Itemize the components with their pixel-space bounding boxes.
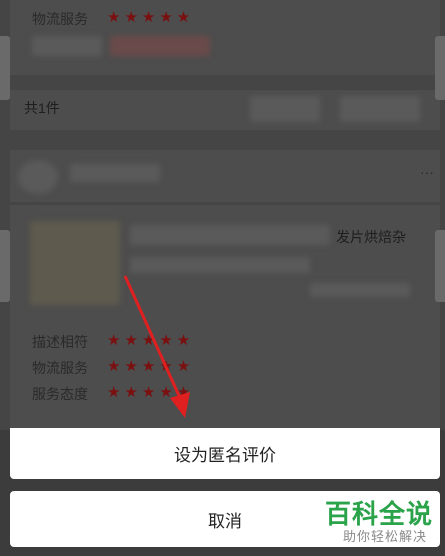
side-tab-right [435,36,445,100]
product-thumbnail [30,221,120,305]
shop-name [70,164,160,182]
order-summary-row: 共1件 [10,90,440,130]
side-tab-left [0,36,10,100]
rating-stars-service: ★★★★★ [107,384,195,401]
side-tab-left [0,230,10,302]
shop-header: ··· [10,150,440,202]
rating-stars-description: ★★★★★ [107,332,195,349]
product-card: 发片烘焙杂 描述相符 ★★★★★ 物流服务 ★★★★★ 服务态度 ★★★★★ [10,205,440,430]
blurred-button [340,96,420,122]
rating-label-logistics: 物流服务 [32,360,88,376]
item-count: 共1件 [24,100,60,116]
blurred-button [250,96,320,122]
product-title-fragment: 发片烘焙杂 [336,229,406,245]
product-title-blur [130,225,330,245]
side-tab-right [435,230,445,302]
rating-label-service: 服务态度 [32,386,88,402]
more-icon: ··· [420,164,434,180]
rating-stars-logistics: ★★★★★ [107,358,195,375]
set-anonymous-review-button[interactable]: 设为匿名评价 [10,428,440,479]
product-spec-blur [130,257,310,273]
background-page: 物流服务 ★★★★★ 共1件 ··· 发片烘焙杂 描述相符 ★★★★★ 物流服务… [0,0,445,430]
blurred-content [110,36,210,56]
product-price-blur [310,283,410,297]
blurred-content [32,36,102,56]
logistics-stars-top: ★★★★★ [107,9,195,26]
watermark-subtitle: 助你轻松解决 [342,529,427,544]
shop-avatar [18,160,58,194]
logistics-label-top: 物流服务 [32,11,88,27]
rating-label-description: 描述相符 [32,334,88,350]
previous-order-card: 物流服务 ★★★★★ [10,0,440,75]
